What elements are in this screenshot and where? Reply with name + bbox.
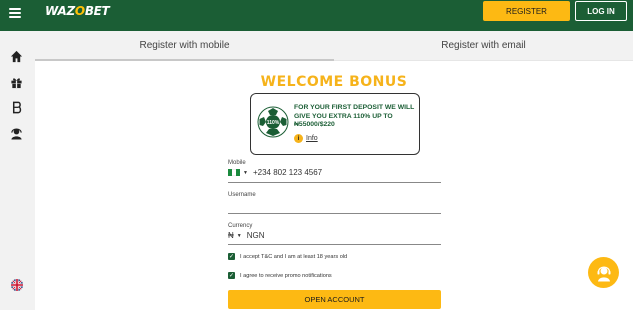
mobile-input[interactable]: ▼ +234 802 123 4567 xyxy=(228,168,322,177)
promo-notifications-row[interactable]: ✓ I agree to receive promo notifications xyxy=(228,272,332,279)
currency-value: NGN xyxy=(246,231,265,240)
bonus-badge-text: 110% xyxy=(267,120,280,126)
gift-icon[interactable] xyxy=(10,76,23,89)
menu-icon[interactable] xyxy=(9,8,21,18)
logo-text-o: O xyxy=(74,4,85,18)
chevron-down-icon[interactable]: ▼ xyxy=(243,170,248,176)
register-button[interactable]: REGISTER xyxy=(483,1,570,21)
support-agent-icon xyxy=(597,265,610,281)
wazobet-logo[interactable]: WAZOBET xyxy=(45,4,110,18)
currency-select[interactable]: ₦ ▼ NGN xyxy=(228,231,265,240)
mobile-field[interactable]: Mobile ▼ +234 802 123 4567 xyxy=(228,160,441,183)
registration-panel: WELCOME BONUS 110% FOR YOUR FIRST DEPOSI… xyxy=(35,61,633,310)
accept-terms-label: I accept T&C and I am at least 18 years … xyxy=(240,253,348,260)
mobile-placeholder: +234 802 123 4567 xyxy=(252,168,323,177)
bonus-info-link[interactable]: i Info xyxy=(294,134,318,143)
username-label: Username xyxy=(228,192,256,198)
soccer-ball-icon: 110% xyxy=(257,106,289,138)
top-header: WAZOBET REGISTER LOG IN xyxy=(0,0,633,31)
logo-text-part: WAZ xyxy=(45,4,75,18)
info-link-label[interactable]: Info xyxy=(306,135,318,142)
chevron-down-icon[interactable]: ▼ xyxy=(237,233,242,239)
home-icon[interactable] xyxy=(10,50,23,63)
promo-notifications-checkbox[interactable]: ✓ xyxy=(228,272,235,279)
bonus-description: FOR YOUR FIRST DEPOSIT WE WILL GIVE YOU … xyxy=(294,104,415,128)
accept-terms-checkbox[interactable]: ✓ xyxy=(228,253,235,260)
nigeria-flag-icon[interactable] xyxy=(228,169,240,176)
promo-notifications-label: I agree to receive promo notifications xyxy=(240,272,332,279)
registration-tabs: Register with mobile Register with email xyxy=(35,31,633,61)
login-button[interactable]: LOG IN xyxy=(575,1,627,21)
currency-label: Currency xyxy=(228,223,253,229)
agent-icon[interactable] xyxy=(10,127,23,140)
username-field[interactable]: Username xyxy=(228,192,441,214)
mobile-label: Mobile xyxy=(228,160,246,166)
betting-b-icon[interactable] xyxy=(10,101,23,114)
welcome-bonus-title: WELCOME BONUS xyxy=(260,74,408,90)
info-icon: i xyxy=(294,134,303,143)
bonus-card: 110% FOR YOUR FIRST DEPOSIT WE WILL GIVE… xyxy=(250,93,420,155)
naira-symbol: ₦ xyxy=(228,231,234,240)
support-chat-button[interactable] xyxy=(588,257,619,288)
accept-terms-row[interactable]: ✓ I accept T&C and I am at least 18 year… xyxy=(228,253,347,260)
logo-text-part: BET xyxy=(84,4,110,18)
tab-register-email[interactable]: Register with email xyxy=(334,31,633,61)
open-account-button[interactable]: OPEN ACCOUNT xyxy=(228,290,441,309)
uk-flag-icon[interactable] xyxy=(11,279,23,291)
currency-field[interactable]: Currency ₦ ▼ NGN xyxy=(228,223,441,245)
left-rail xyxy=(0,31,33,310)
tab-register-mobile[interactable]: Register with mobile xyxy=(35,31,334,61)
